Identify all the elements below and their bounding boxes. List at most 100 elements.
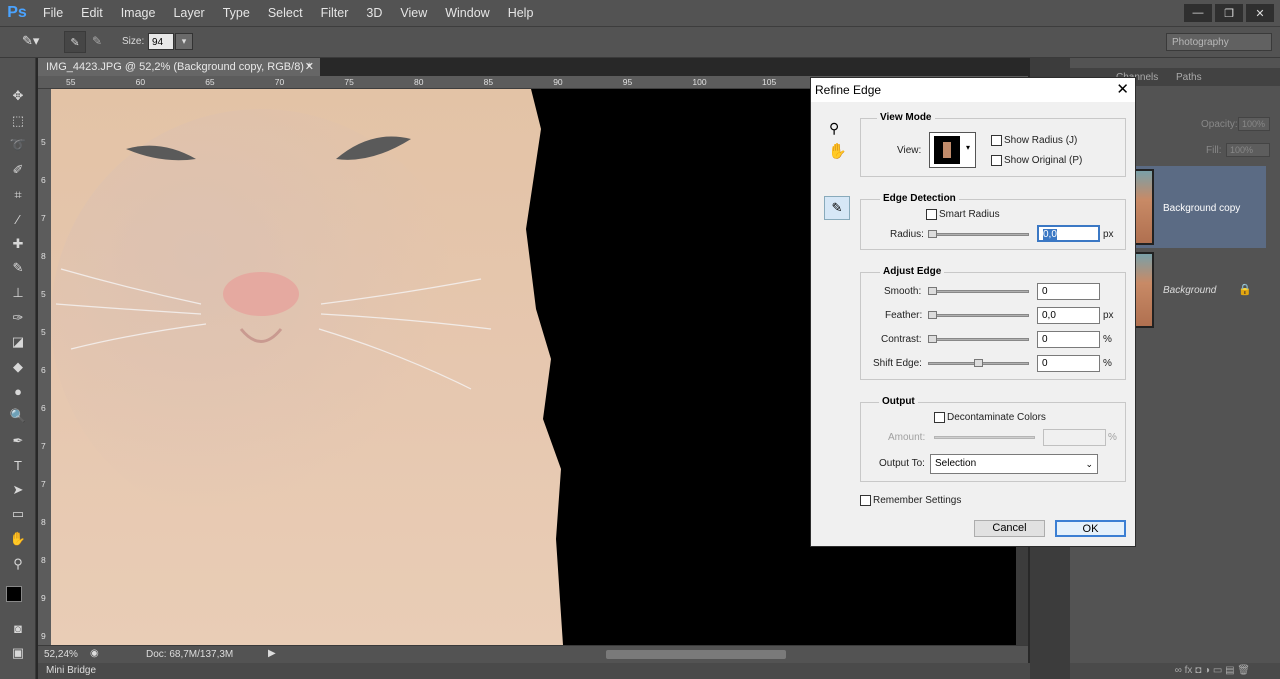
refine-radius-icon[interactable]: ✎ [64,31,86,53]
status-info-icon[interactable]: ◉ [90,648,99,659]
shift-edge-slider-knob[interactable] [974,359,983,367]
erase-refinements-icon[interactable]: ✎ [92,34,102,48]
output-to-select[interactable]: Selection ⌄ [930,454,1098,474]
horizontal-scrollbar[interactable] [606,650,786,659]
output-to-label: Output To: [879,458,925,469]
size-field[interactable]: 94 [148,33,174,50]
history-brush-tool-icon[interactable]: ✑ [0,305,36,330]
refine-radius-tool-icon[interactable]: ✎ [824,196,850,220]
menu-select[interactable]: Select [259,0,312,26]
amount-slider[interactable] [934,436,1035,439]
menu-edit[interactable]: Edit [72,0,112,26]
ruler-tick-label: 80 [414,77,424,87]
opacity-field[interactable]: 100% [1238,117,1270,131]
feather-slider-knob[interactable] [928,311,937,319]
status-menu-icon[interactable]: ▶ [268,648,276,659]
paint-bucket-tool-icon[interactable]: ◆ [0,355,36,380]
tab-paths[interactable]: Paths [1176,72,1202,83]
cancel-button[interactable]: Cancel [974,520,1045,537]
dialog-close-icon[interactable]: ✕ [1116,80,1129,98]
foreground-color-swatch[interactable] [6,585,22,602]
layers-footer-icons: ∞ fx ◘ ◑ ▭ ▤ 🗑 [1070,663,1280,679]
smooth-field[interactable]: 0 [1037,283,1100,300]
stamp-tool-icon[interactable]: ⊥ [0,281,36,306]
brush-tool-icon[interactable]: ✎ [0,256,36,281]
brush-tool-icon[interactable]: ✎▾ [22,33,39,49]
close-tab-icon[interactable]: ✕ [305,58,314,76]
screen-mode-icon[interactable]: ▣ [0,640,36,665]
show-radius-checkbox[interactable] [991,135,1002,146]
shift-edge-field[interactable]: 0 [1037,355,1100,372]
smooth-slider-knob[interactable] [928,287,937,295]
restore-button[interactable]: ❐ [1215,4,1243,22]
menu-file[interactable]: File [34,0,72,26]
lasso-tool-icon[interactable]: ➰ [0,133,36,158]
ok-button[interactable]: OK [1055,520,1126,537]
feather-field[interactable]: 0,0 [1037,307,1100,324]
show-original-checkbox[interactable] [991,155,1002,166]
smart-radius-checkbox[interactable] [926,209,937,220]
layer-name: Background copy [1163,203,1241,214]
fill-field[interactable]: 100% [1226,143,1270,157]
feather-label: Feather: [885,310,923,321]
opacity-label: Opacity: [1201,119,1238,130]
remember-settings-checkbox[interactable] [860,495,871,506]
contrast-slider[interactable] [928,335,1029,343]
ruler-tick-label: 100 [692,77,707,87]
document-tab[interactable]: IMG_4423.JPG @ 52,2% (Background copy, R… [38,58,320,76]
shape-tool-icon[interactable]: ▭ [0,502,36,527]
view-mode-group: View Mode View: ▾ Show Radius (J) Show O… [860,112,1126,177]
menu-type[interactable]: Type [214,0,259,26]
ruler-tick-label: 7 [41,479,46,489]
dodge-tool-icon[interactable]: ● [0,379,36,404]
contrast-field[interactable]: 0 [1037,331,1100,348]
menu-window[interactable]: Window [436,0,498,26]
zoom-tool-icon[interactable]: ⚲ [0,551,36,576]
radius-field[interactable]: 0,0 [1037,225,1100,242]
remember-settings-label: Remember Settings [873,495,962,506]
menu-image[interactable]: Image [112,0,165,26]
healing-brush-tool-icon[interactable]: ✚ [0,232,36,257]
mini-bridge-panel[interactable]: Mini Bridge [38,663,1070,679]
close-window-button[interactable]: ✕ [1246,4,1274,22]
path-selection-tool-icon[interactable]: ➤ [0,478,36,503]
eyedropper-tool-icon[interactable]: ⁄ [0,207,36,232]
smooth-slider[interactable] [928,287,1029,295]
menu-3d[interactable]: 3D [357,0,391,26]
amount-field[interactable] [1043,429,1106,446]
zoom-tool-icon[interactable]: ⚲ [829,120,839,137]
view-dropdown-icon[interactable]: ▾ [966,143,970,152]
menu-help[interactable]: Help [499,0,543,26]
workspace-select[interactable]: Photography [1166,33,1272,51]
type-tool-icon[interactable]: T [0,453,36,478]
contrast-slider-knob[interactable] [928,335,937,343]
hand-tool-icon[interactable]: ✋ [828,142,847,160]
move-tool-icon[interactable]: ✥ [0,84,36,109]
layer-name: Background [1163,285,1217,296]
view-mode-picker[interactable]: ▾ [929,132,976,168]
ruler-tick-label: 85 [483,77,494,87]
shift-edge-slider[interactable] [928,359,1029,367]
quick-selection-tool-icon[interactable]: ✐ [0,158,36,183]
pen-tool-icon[interactable]: ✒ [0,428,36,453]
ruler-tick-label: 65 [205,77,215,87]
size-dropdown-icon[interactable]: ▾ [175,33,193,50]
minimize-button[interactable]: — [1184,4,1212,22]
menu-filter[interactable]: Filter [312,0,358,26]
quick-mask-icon[interactable]: ◙ [0,616,36,641]
decontaminate-checkbox[interactable] [934,412,945,423]
menu-layer[interactable]: Layer [164,0,213,26]
blur-tool-icon[interactable]: 🔍 [0,404,36,429]
eraser-tool-icon[interactable]: ◪ [0,330,36,355]
shift-edge-label: Shift Edge: [873,358,922,369]
menu-items: File Edit Image Layer Type Select Filter 3D View… [34,0,542,26]
marquee-tool-icon[interactable]: ⬚ [0,109,36,134]
radius-slider[interactable] [928,230,1029,238]
feather-slider[interactable] [928,311,1029,319]
crop-tool-icon[interactable]: ⌗ [0,182,36,207]
radius-slider-knob[interactable] [928,230,937,238]
zoom-level[interactable]: 52,24% [44,649,78,660]
menu-view[interactable]: View [391,0,436,26]
hand-tool-icon[interactable]: ✋ [0,527,36,552]
ruler-tick-label: 60 [135,77,146,87]
